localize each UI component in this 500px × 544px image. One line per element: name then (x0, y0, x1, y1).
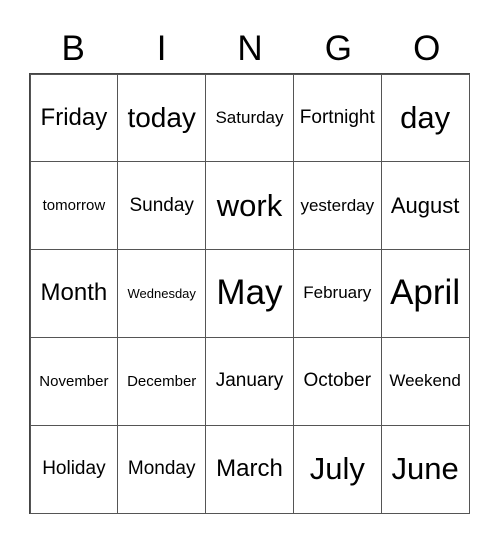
bingo-cell[interactable]: July (292, 424, 382, 514)
bingo-cell[interactable]: February (292, 249, 382, 338)
bingo-cell[interactable]: Fortnight (292, 73, 382, 163)
bingo-cell[interactable]: June (380, 424, 470, 514)
header-letter-n: N (237, 29, 263, 68)
bingo-card: Friday today Saturday Fortnight day tomo… (29, 73, 470, 514)
bingo-cell[interactable]: Month (29, 249, 119, 338)
bingo-cell[interactable]: October (292, 336, 382, 426)
bingo-cell[interactable]: yesterday (292, 161, 382, 251)
bingo-cell[interactable]: May (205, 249, 294, 338)
header-letter-i: I (156, 29, 167, 68)
header-letter-o: O (413, 29, 441, 68)
bingo-header: B I N G O (29, 26, 471, 72)
bingo-cell[interactable]: Sunday (117, 161, 207, 251)
bingo-cell[interactable]: Monday (117, 424, 207, 514)
bingo-cell[interactable]: Wednesday (117, 249, 207, 338)
bingo-cell[interactable]: Holiday (29, 424, 119, 514)
bingo-cell[interactable]: January (205, 336, 294, 426)
header-letter-b: B (61, 29, 85, 68)
header-letter-g: G (324, 29, 352, 68)
bingo-cell[interactable]: December (117, 336, 207, 426)
bingo-cell[interactable]: April (380, 249, 470, 338)
bingo-cell[interactable]: day (380, 73, 470, 163)
bingo-cell[interactable]: November (29, 336, 119, 426)
bingo-cell[interactable]: Weekend (380, 336, 470, 426)
bingo-cell[interactable]: today (117, 73, 207, 163)
bingo-cell[interactable]: March (205, 424, 294, 514)
bingo-cell[interactable]: Friday (29, 73, 119, 163)
bingo-cell[interactable]: tomorrow (29, 161, 119, 251)
bingo-cell[interactable]: August (380, 161, 470, 251)
bingo-cell[interactable]: work (205, 161, 294, 251)
bingo-cell[interactable]: Saturday (205, 73, 294, 163)
